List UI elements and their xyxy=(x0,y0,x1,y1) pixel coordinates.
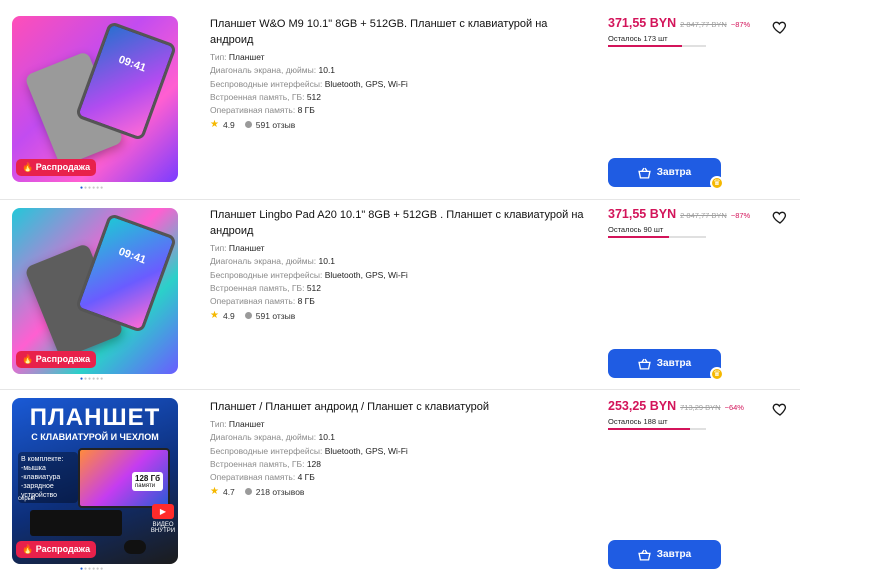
discount-percent: −87% xyxy=(730,211,751,220)
chat-bubble-icon xyxy=(244,121,252,129)
price-box: 253,25 BYN 713,29 BYN −64% Осталось 188 … xyxy=(608,399,768,430)
spec-row: Тип: Планшет xyxy=(210,52,265,62)
product-card[interactable]: 09:41 🔥 Распродажа ●●●●●● Планшет W&O M9… xyxy=(0,0,800,200)
product-title[interactable]: Планшет W&O M9 10.1" 8GB + 512GB. Планше… xyxy=(210,16,590,48)
sale-badge: 🔥 Распродажа xyxy=(16,159,97,176)
rating-row[interactable]: ★ 4.9 591 отзыв xyxy=(210,310,590,321)
sale-badge: 🔥 Распродажа xyxy=(16,541,97,558)
image-pager-dots[interactable]: ●●●●●● xyxy=(80,566,104,572)
price-box: 371,55 BYN 2 847,77 BYN −87% Осталось 90… xyxy=(608,207,768,238)
discount-percent: −87% xyxy=(730,20,751,29)
spec-row: Встроенная память, ГБ: 128 xyxy=(210,458,322,469)
chat-bubble-icon xyxy=(244,488,252,496)
current-price: 371,55 BYN xyxy=(608,207,677,221)
product-title[interactable]: Планшет / Планшет андроид / Планшет с кл… xyxy=(210,399,590,415)
video-label: ВИДЕО ВНУТРИ xyxy=(150,522,176,534)
chat-bubble-icon xyxy=(244,312,252,320)
old-price: 2 847,77 BYN xyxy=(680,211,727,220)
rating-value: 4.9 xyxy=(222,119,235,130)
basket-icon xyxy=(638,358,651,370)
basket-icon xyxy=(638,167,651,179)
spec-row: Беспроводные интерфейсы: Bluetooth, GPS,… xyxy=(210,445,408,456)
spec-row: Беспроводные интерфейсы: Bluetooth, GPS,… xyxy=(210,78,408,89)
buy-label: Завтра xyxy=(656,358,692,369)
stock-bar xyxy=(608,45,706,47)
product-image[interactable]: 09:41 🔥 Распродажа xyxy=(12,208,178,374)
spec-row: Диагональ экрана, дюймы: 10.1 xyxy=(210,65,336,76)
reviews-count: 591 отзыв xyxy=(255,310,296,321)
star-icon: ★ xyxy=(210,310,219,322)
fire-icon: 🔥 xyxy=(22,544,34,554)
memory-badge: 128 Гб памяти xyxy=(132,472,164,491)
stock-text: Осталось 188 шт xyxy=(608,417,668,426)
stock-fill xyxy=(608,236,669,238)
heart-outline-icon[interactable] xyxy=(772,401,788,417)
image-pager-dots[interactable]: ●●●●●● xyxy=(80,185,104,191)
stock-bar xyxy=(608,428,706,430)
spec-row: Оперативная память: 4 ГБ xyxy=(210,472,315,483)
basket-icon xyxy=(638,549,651,561)
image-headline: ПЛАНШЕТ xyxy=(29,404,161,431)
product-title[interactable]: Планшет Lingbo Pad A20 10.1" 8GB + 512GB… xyxy=(210,207,590,239)
old-price: 713,29 BYN xyxy=(680,403,721,412)
stock-text: Осталось 173 шт xyxy=(608,34,668,43)
add-to-cart-button[interactable]: Завтра xyxy=(608,349,721,378)
buy-label: Завтра xyxy=(656,167,692,178)
image-pager-dots[interactable]: ●●●●●● xyxy=(80,376,104,382)
spec-row: Оперативная память: 8 ГБ xyxy=(210,105,315,116)
fire-icon: 🔥 xyxy=(22,162,34,172)
keyboard-image xyxy=(30,510,122,536)
spec-row: Встроенная память, ГБ: 512 xyxy=(210,91,322,102)
stock-bar xyxy=(608,236,706,238)
product-info: Планшет / Планшет андроид / Планшет с кл… xyxy=(210,399,590,497)
product-info: Планшет Lingbo Pad A20 10.1" 8GB + 512GB… xyxy=(210,207,590,321)
stock-text: Осталось 90 шт xyxy=(608,225,664,234)
spec-row: Диагональ экрана, дюймы: 10.1 xyxy=(210,432,336,443)
add-to-cart-button[interactable]: Завтра xyxy=(608,540,721,569)
rating-value: 4.9 xyxy=(222,310,235,321)
product-card[interactable]: ПЛАНШЕТ С КЛАВИАТУРОЙ И ЧЕХЛОМ В комплек… xyxy=(0,390,800,580)
rating-row[interactable]: ★ 4.9 591 отзыв xyxy=(210,119,590,130)
rating-value: 4.7 xyxy=(222,486,235,497)
fire-icon: 🔥 xyxy=(22,354,34,364)
spec-row: Беспроводные интерфейсы: Bluetooth, GPS,… xyxy=(210,269,408,280)
sale-badge: 🔥 Распродажа xyxy=(16,351,97,368)
crown-icon: ♛ xyxy=(710,176,724,190)
video-play-icon[interactable]: ▶ xyxy=(152,504,174,519)
spec-row: Тип: Планшет xyxy=(210,243,265,253)
current-price: 253,25 BYN xyxy=(608,399,677,413)
crown-icon: ♛ xyxy=(710,367,724,381)
stock-fill xyxy=(608,45,683,47)
rating-row[interactable]: ★ 4.7 218 отзывов xyxy=(210,486,590,497)
stock-fill xyxy=(608,428,691,430)
old-price: 2 847,77 BYN xyxy=(680,20,727,29)
buy-label: Завтра xyxy=(656,549,692,560)
discount-percent: −64% xyxy=(724,403,744,412)
price-box: 371,55 BYN 2 847,77 BYN −87% Осталось 17… xyxy=(608,16,768,47)
image-subheadline: С КЛАВИАТУРОЙ И ЧЕХЛОМ xyxy=(31,432,159,442)
heart-outline-icon[interactable] xyxy=(772,209,788,225)
color-label: серый xyxy=(18,496,36,502)
spec-row: Оперативная память: 8 ГБ xyxy=(210,296,315,307)
product-image[interactable]: ПЛАНШЕТ С КЛАВИАТУРОЙ И ЧЕХЛОМ В комплек… xyxy=(12,398,178,564)
spec-row: Тип: Планшет xyxy=(210,419,265,429)
reviews-count: 591 отзыв xyxy=(255,119,296,130)
product-info: Планшет W&O M9 10.1" 8GB + 512GB. Планше… xyxy=(210,16,590,130)
mouse-image xyxy=(124,540,146,554)
product-image[interactable]: 09:41 🔥 Распродажа xyxy=(12,16,178,182)
heart-outline-icon[interactable] xyxy=(772,19,788,35)
star-icon: ★ xyxy=(210,119,219,131)
spec-row: Диагональ экрана, дюймы: 10.1 xyxy=(210,256,336,267)
add-to-cart-button[interactable]: Завтра xyxy=(608,158,721,187)
star-icon: ★ xyxy=(210,486,219,498)
product-card[interactable]: 09:41 🔥 Распродажа ●●●●●● Планшет Lingbo… xyxy=(0,200,800,390)
spec-row: Встроенная память, ГБ: 512 xyxy=(210,282,322,293)
current-price: 371,55 BYN xyxy=(608,16,677,30)
reviews-count: 218 отзывов xyxy=(255,486,305,497)
